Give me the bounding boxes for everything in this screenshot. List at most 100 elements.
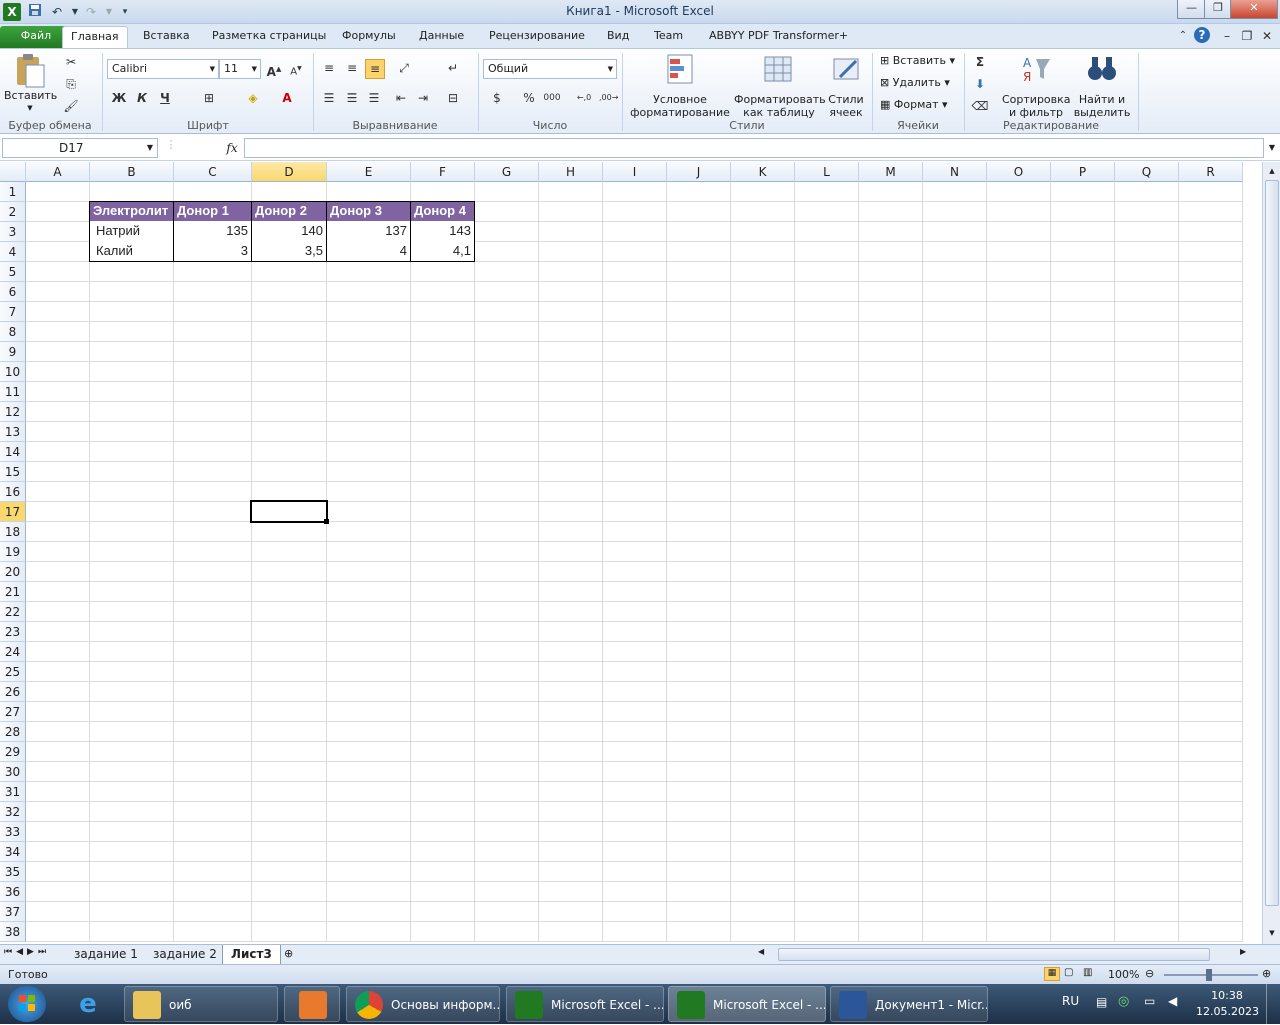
tab-data[interactable]: Данные	[411, 26, 472, 48]
column-header-M[interactable]: M	[859, 162, 923, 182]
doc-minimize-icon[interactable]: –	[1218, 27, 1236, 45]
clear-icon[interactable]: ⌫	[971, 97, 989, 115]
underline-button[interactable]: Ч	[156, 89, 174, 107]
row-header-9[interactable]: 9	[0, 342, 26, 362]
active-cell[interactable]	[250, 500, 328, 523]
column-header-L[interactable]: L	[795, 162, 859, 182]
row-header-29[interactable]: 29	[0, 742, 26, 762]
table-cell[interactable]: Калий	[89, 241, 174, 262]
font-size-combo[interactable]: 11 ▼	[219, 59, 261, 79]
fill-color-icon[interactable]: ◈	[244, 89, 262, 107]
font-color-icon[interactable]: A	[278, 89, 296, 107]
table-cell[interactable]: Натрий	[89, 221, 174, 242]
column-header-P[interactable]: P	[1051, 162, 1115, 182]
table-cell[interactable]: 143	[411, 221, 475, 242]
delete-cells-button[interactable]: ⊠ Удалить ▾	[880, 76, 950, 89]
insert-cells-button[interactable]: ⊞ Вставить ▾	[880, 54, 955, 67]
expand-formula-bar-icon[interactable]: ▼	[1266, 140, 1278, 156]
align-bottom-icon[interactable]: ≡	[365, 59, 385, 79]
zoom-out-icon[interactable]: ⊖	[1145, 967, 1154, 980]
name-box[interactable]: D17 ▼	[2, 138, 158, 158]
row-header-1[interactable]: 1	[0, 182, 26, 202]
language-indicator[interactable]: RU	[1062, 994, 1079, 1008]
row-header-8[interactable]: 8	[0, 322, 26, 342]
row-header-31[interactable]: 31	[0, 782, 26, 802]
shrink-font-icon[interactable]: A▼	[287, 60, 305, 78]
hscroll-right-icon[interactable]: ▶	[1240, 947, 1246, 956]
row-header-6[interactable]: 6	[0, 282, 26, 302]
column-header-Q[interactable]: Q	[1115, 162, 1179, 182]
row-header-37[interactable]: 37	[0, 902, 26, 922]
sheet-tab-2[interactable]: задание 2	[145, 945, 225, 964]
zoom-in-icon[interactable]: ⊕	[1262, 967, 1271, 980]
row-header-28[interactable]: 28	[0, 722, 26, 742]
merge-cells-icon[interactable]: ⊟	[444, 89, 462, 107]
column-header-O[interactable]: O	[987, 162, 1051, 182]
row-header-27[interactable]: 27	[0, 702, 26, 722]
table-cell[interactable]: 3	[174, 241, 252, 262]
column-header-R[interactable]: R	[1179, 162, 1243, 182]
column-header-N[interactable]: N	[923, 162, 987, 182]
vertical-scrollbar[interactable]: ▲ ▼	[1262, 162, 1280, 944]
tab-formulas[interactable]: Формулы	[334, 26, 404, 48]
row-header-23[interactable]: 23	[0, 622, 26, 642]
horizontal-scroll-thumb[interactable]	[778, 948, 1210, 961]
table-header-cell[interactable]: Донор 1	[174, 201, 252, 222]
row-header-35[interactable]: 35	[0, 862, 26, 882]
row-header-3[interactable]: 3	[0, 222, 26, 242]
row-header-25[interactable]: 25	[0, 662, 26, 682]
zoom-slider-thumb[interactable]	[1206, 969, 1212, 981]
column-header-D[interactable]: D	[252, 162, 327, 182]
show-desktop-button[interactable]	[1266, 984, 1280, 1024]
row-header-20[interactable]: 20	[0, 562, 26, 582]
vertical-scroll-thumb[interactable]	[1265, 180, 1279, 906]
align-top-icon[interactable]: ≡	[320, 59, 338, 77]
row-header-38[interactable]: 38	[0, 922, 26, 942]
table-cell[interactable]: 140	[252, 221, 327, 242]
row-header-13[interactable]: 13	[0, 422, 26, 442]
number-format-combo[interactable]: Общий ▼	[483, 59, 617, 79]
row-header-36[interactable]: 36	[0, 882, 26, 902]
borders-icon[interactable]: ⊞	[200, 89, 218, 107]
row-header-4[interactable]: 4	[0, 242, 26, 262]
row-header-34[interactable]: 34	[0, 842, 26, 862]
column-header-H[interactable]: H	[539, 162, 603, 182]
sheet-tab-1[interactable]: задание 1	[66, 945, 146, 964]
tray-display-icon[interactable]: ▭	[1144, 994, 1155, 1008]
doc-close-icon[interactable]: ✕	[1258, 27, 1276, 45]
worksheet-grid[interactable]: A B C D E F G H I J K L M N O P Q R 1 2 3 4 5 6 7 8 9 10 11 12 13 14 15 1…	[0, 162, 1262, 944]
row-header-10[interactable]: 10	[0, 362, 26, 382]
percent-icon[interactable]: %	[520, 89, 538, 107]
fill-icon[interactable]: ⬇	[971, 75, 989, 93]
row-header-11[interactable]: 11	[0, 382, 26, 402]
sort-filter-button[interactable]: AЯ Сортировка и фильтр	[1002, 53, 1071, 119]
tray-app-icon[interactable]: ◎	[1118, 994, 1129, 1009]
formula-bar-grip-icon[interactable]: ⋮	[160, 138, 182, 158]
copy-icon[interactable]: ⎘	[62, 75, 80, 93]
row-header-21[interactable]: 21	[0, 582, 26, 602]
align-right-icon[interactable]: ☰	[365, 89, 383, 107]
row-header-17[interactable]: 17	[0, 502, 26, 522]
align-left-icon[interactable]: ☰	[320, 89, 338, 107]
orientation-icon[interactable]: ⤢	[395, 59, 413, 77]
table-header-cell[interactable]: Донор 3	[327, 201, 411, 222]
italic-button[interactable]: К	[133, 89, 151, 107]
row-header-15[interactable]: 15	[0, 462, 26, 482]
row-header-18[interactable]: 18	[0, 522, 26, 542]
bold-button[interactable]: Ж	[110, 89, 128, 107]
doc-restore-icon[interactable]: ❐	[1238, 27, 1256, 45]
scroll-down-icon[interactable]: ▼	[1265, 926, 1279, 940]
row-header-14[interactable]: 14	[0, 442, 26, 462]
task-excel-2[interactable]: Microsoft Excel - ...	[668, 986, 826, 1022]
row-header-22[interactable]: 22	[0, 602, 26, 622]
tab-view[interactable]: Вид	[599, 26, 637, 48]
clock-date[interactable]: 12.05.2023	[1196, 1005, 1259, 1018]
page-break-view-icon[interactable]: ▥	[1083, 967, 1092, 978]
fill-handle[interactable]	[324, 519, 329, 524]
table-header-cell[interactable]: Донор 4	[411, 201, 475, 222]
table-header-cell[interactable]: Донор 2	[252, 201, 327, 222]
autosum-icon[interactable]: Σ	[971, 53, 989, 71]
row-header-33[interactable]: 33	[0, 822, 26, 842]
format-cells-button[interactable]: ▦ Формат ▾	[880, 98, 948, 111]
table-cell[interactable]: 4	[327, 241, 411, 262]
